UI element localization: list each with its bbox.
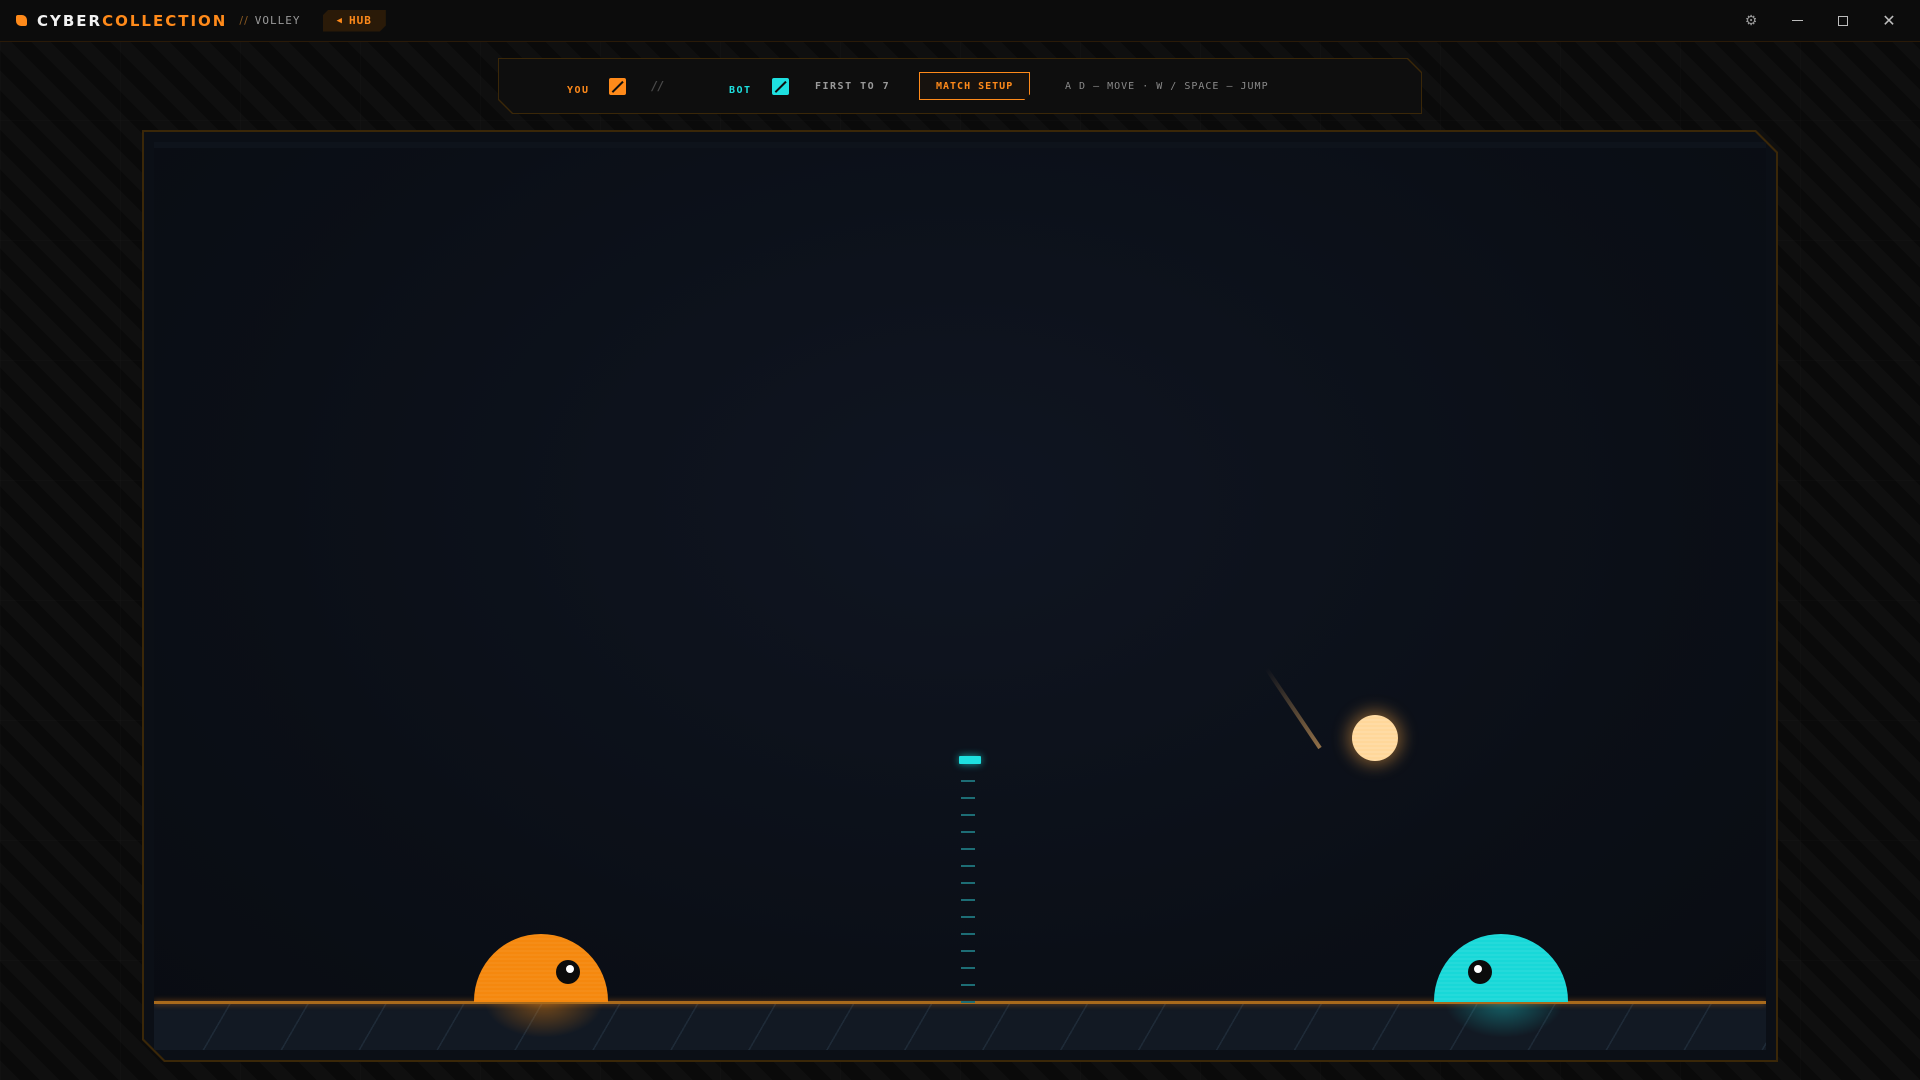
scoreboard-hud: YOU // BOT FIRST TO 7 MATCH SETUP A D — … (499, 59, 1421, 113)
net-top (959, 756, 981, 764)
maximize-button[interactable] (1820, 0, 1866, 42)
court-top-edge (154, 142, 1766, 148)
bot-label: BOT (729, 84, 752, 96)
breadcrumb-page: VOLLEY (254, 14, 301, 27)
match-setup-button[interactable]: MATCH SETUP (919, 72, 1030, 100)
match-setup-label: MATCH SETUP (936, 80, 1014, 92)
bot-blob (1434, 934, 1568, 1002)
player-blob (474, 934, 608, 1002)
hub-button-label: HUB (348, 14, 372, 27)
brand-logo-icon (16, 15, 27, 26)
net (961, 765, 975, 1003)
score-separator: // (651, 79, 664, 93)
win-condition: FIRST TO 7 (815, 80, 891, 92)
player-eye (556, 960, 580, 984)
maximize-icon (1838, 15, 1848, 26)
player-score (609, 78, 626, 95)
back-arrow-icon: ◀ (336, 15, 343, 26)
minimize-icon (1791, 19, 1803, 22)
window-controls: ⚙ ✕ (1728, 0, 1912, 42)
player-label: YOU (567, 84, 590, 96)
close-icon: ✕ (1882, 11, 1896, 30)
ball (1352, 715, 1398, 761)
hub-button[interactable]: ◀ HUB (323, 10, 386, 32)
brand: CYBER COLLECTION // VOLLEY (16, 12, 301, 30)
controls-hint: A D — MOVE · W / SPACE — JUMP (1065, 80, 1269, 92)
game-arena[interactable] (144, 132, 1776, 1060)
brand-name-part2: COLLECTION (102, 11, 228, 30)
minimize-button[interactable] (1774, 0, 1820, 42)
close-button[interactable]: ✕ (1866, 0, 1912, 42)
bot-score (772, 78, 789, 95)
gear-icon: ⚙ (1744, 12, 1758, 29)
bot-eye (1468, 960, 1492, 984)
breadcrumb-separator: // (239, 14, 249, 27)
court[interactable] (154, 142, 1766, 1050)
title-bar: CYBER COLLECTION // VOLLEY ◀ HUB ⚙ ✕ (0, 0, 1920, 42)
brand-name-part1: CYBER (37, 11, 103, 30)
ball-trail (1265, 667, 1322, 749)
settings-button[interactable]: ⚙ (1728, 0, 1774, 42)
